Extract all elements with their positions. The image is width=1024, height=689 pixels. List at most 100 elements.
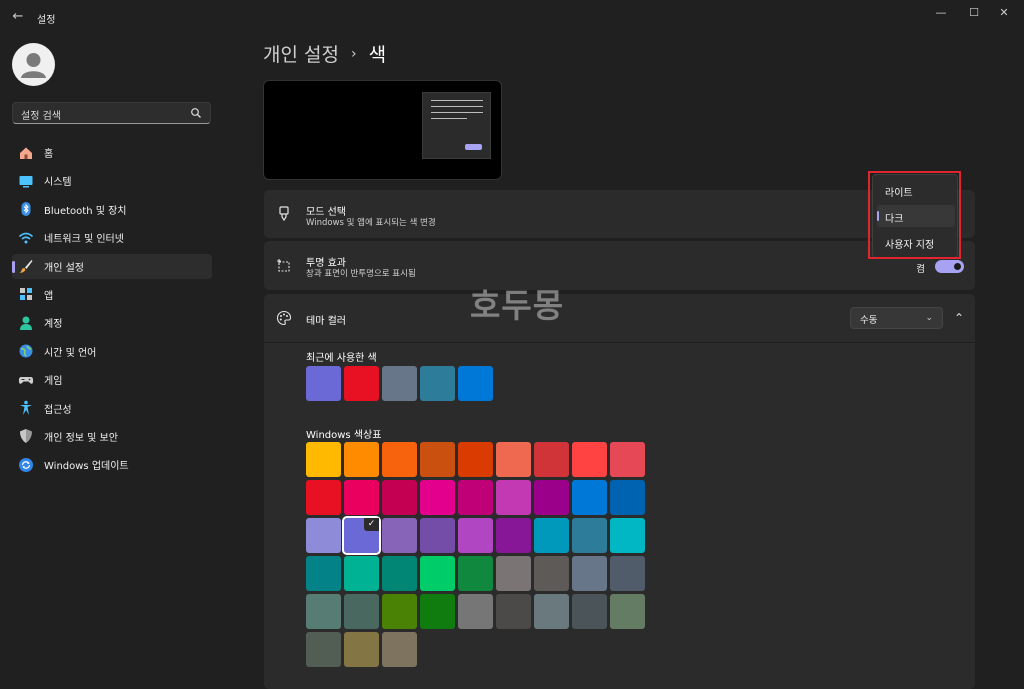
- maximize-button[interactable]: ☐: [962, 5, 986, 21]
- color-swatch[interactable]: [458, 442, 493, 477]
- color-swatch[interactable]: [572, 480, 607, 515]
- color-swatch[interactable]: [344, 632, 379, 667]
- color-swatch[interactable]: [306, 442, 341, 477]
- color-swatch[interactable]: [572, 442, 607, 477]
- color-swatch[interactable]: [382, 366, 417, 401]
- transparency-subtitle: 창과 표면이 반투명으로 표시됨: [306, 269, 416, 279]
- minimize-button[interactable]: —: [929, 5, 953, 21]
- color-swatch[interactable]: [496, 594, 531, 629]
- color-swatch[interactable]: [572, 556, 607, 591]
- color-swatch[interactable]: ✓: [342, 516, 381, 555]
- color-swatch[interactable]: [534, 556, 569, 591]
- color-swatch[interactable]: [610, 442, 645, 477]
- avatar[interactable]: [12, 43, 55, 86]
- color-swatch[interactable]: [458, 518, 493, 553]
- color-swatch[interactable]: [572, 518, 607, 553]
- update-icon: [18, 457, 34, 473]
- color-swatch[interactable]: [534, 518, 569, 553]
- color-swatch[interactable]: [496, 442, 531, 477]
- watermark: 호두몽: [470, 286, 565, 325]
- color-swatch[interactable]: [534, 594, 569, 629]
- wifi-icon: [18, 230, 34, 246]
- color-swatch[interactable]: [496, 518, 531, 553]
- color-swatch[interactable]: [382, 442, 417, 477]
- sidebar-item-label: 시스템: [44, 177, 72, 189]
- color-swatch[interactable]: [572, 594, 607, 629]
- sidebar-item-label: Windows 업데이트: [44, 461, 129, 473]
- preview-line: [431, 106, 483, 107]
- color-swatch[interactable]: [382, 632, 417, 667]
- title-bar: ← 설정 — ☐ ✕: [0, 0, 1024, 34]
- transparency-toggle[interactable]: [935, 260, 964, 273]
- color-swatch[interactable]: [344, 442, 379, 477]
- app-title: 설정: [37, 15, 56, 26]
- sidebar-item-label: 시간 및 언어: [44, 347, 97, 359]
- theme-color-dropdown[interactable]: 수동 ⌄: [850, 307, 943, 329]
- color-swatch[interactable]: [458, 480, 493, 515]
- color-swatch[interactable]: [496, 480, 531, 515]
- sidebar-item-label: 앱: [44, 290, 54, 302]
- sidebar-item-system[interactable]: 시스템: [12, 168, 212, 193]
- search-icon: [191, 108, 201, 118]
- color-swatch[interactable]: [610, 556, 645, 591]
- color-swatch[interactable]: [382, 594, 417, 629]
- preview-window: [422, 92, 491, 159]
- color-swatch[interactable]: [458, 556, 493, 591]
- search-input[interactable]: 설정 검색: [21, 107, 61, 122]
- color-swatch[interactable]: [306, 480, 341, 515]
- sidebar-item-apps[interactable]: 앱: [12, 282, 212, 307]
- accessibility-icon: [18, 400, 34, 416]
- color-swatch[interactable]: [382, 518, 417, 553]
- highlight-annotation: [868, 171, 961, 259]
- color-swatch[interactable]: [344, 556, 379, 591]
- sidebar-item-gaming[interactable]: 게임: [12, 367, 212, 392]
- back-button[interactable]: ←: [10, 9, 26, 25]
- color-swatch[interactable]: [420, 442, 455, 477]
- color-swatch[interactable]: [420, 480, 455, 515]
- sidebar-item-personalization[interactable]: 개인 설정: [12, 253, 212, 279]
- search-box[interactable]: 설정 검색: [12, 102, 211, 124]
- sidebar-item-label: 개인 정보 및 보안: [44, 432, 118, 444]
- color-swatch[interactable]: [610, 480, 645, 515]
- sidebar-item-home[interactable]: 홈: [12, 140, 212, 165]
- sidebar-item-bluetooth[interactable]: Bluetooth 및 장치: [12, 197, 212, 222]
- sidebar-item-network[interactable]: 네트워크 및 인터넷: [12, 225, 212, 250]
- color-swatch[interactable]: [344, 480, 379, 515]
- sidebar-item-windows-update[interactable]: Windows 업데이트: [12, 452, 212, 477]
- color-swatch[interactable]: [306, 366, 341, 401]
- color-swatch[interactable]: [382, 480, 417, 515]
- color-swatch[interactable]: [458, 594, 493, 629]
- color-swatch[interactable]: [344, 366, 379, 401]
- color-swatch[interactable]: [496, 556, 531, 591]
- color-swatch[interactable]: [382, 556, 417, 591]
- color-swatch[interactable]: [534, 480, 569, 515]
- chevron-up-icon[interactable]: ⌃: [949, 308, 969, 328]
- color-swatch[interactable]: [306, 632, 341, 667]
- color-swatch[interactable]: [306, 556, 341, 591]
- sidebar-item-label: 홈: [44, 149, 54, 160]
- palette-label: Windows 색상표: [306, 430, 382, 441]
- color-swatch[interactable]: [306, 518, 341, 553]
- color-swatch[interactable]: [534, 442, 569, 477]
- sidebar-item-privacy[interactable]: 개인 정보 및 보안: [12, 424, 212, 449]
- color-swatch[interactable]: [420, 518, 455, 553]
- brush-mode-icon: [276, 206, 292, 222]
- sidebar-item-accessibility[interactable]: 접근성: [12, 396, 212, 421]
- dropdown-value: 수동: [860, 315, 878, 326]
- color-swatch[interactable]: [610, 518, 645, 553]
- color-swatch[interactable]: [610, 594, 645, 629]
- system-icon: [18, 173, 34, 189]
- color-swatch[interactable]: [420, 366, 455, 401]
- color-swatch[interactable]: [420, 594, 455, 629]
- sidebar-item-time-language[interactable]: 시간 및 언어: [12, 339, 212, 364]
- sidebar-item-accounts[interactable]: 계정: [12, 310, 212, 335]
- breadcrumb: 개인 설정 › 색: [263, 40, 386, 67]
- breadcrumb-parent[interactable]: 개인 설정: [263, 40, 339, 67]
- close-button[interactable]: ✕: [992, 5, 1016, 21]
- preview-line: [431, 112, 483, 113]
- shield-icon: [18, 428, 34, 444]
- color-swatch[interactable]: [344, 594, 379, 629]
- color-swatch[interactable]: [306, 594, 341, 629]
- color-swatch[interactable]: [420, 556, 455, 591]
- color-swatch[interactable]: [458, 366, 493, 401]
